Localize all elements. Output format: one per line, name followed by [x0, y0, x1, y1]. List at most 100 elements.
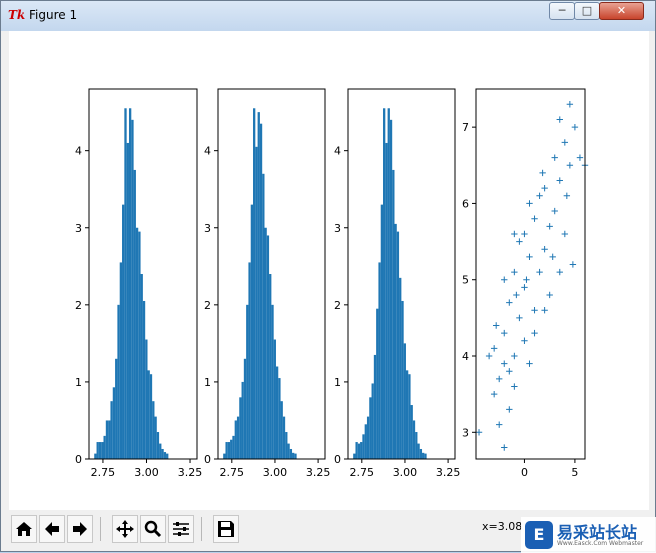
x-tick-label: 3.25: [436, 466, 461, 479]
histogram-bar: [152, 401, 155, 459]
histogram-bar: [355, 442, 358, 459]
histogram-bar: [269, 274, 272, 459]
x-tick-label: 2.75: [91, 466, 116, 479]
histogram-bar: [161, 448, 164, 459]
pan-icon: [116, 520, 134, 538]
histogram-bar: [133, 169, 136, 459]
histogram-bar: [122, 204, 125, 459]
scatter-point: [506, 299, 513, 306]
histogram-bar: [227, 442, 231, 459]
zoom-icon: [144, 520, 162, 538]
y-tick-label: 4: [462, 350, 469, 363]
histogram-bar: [399, 277, 402, 459]
home-button[interactable]: [11, 515, 37, 543]
scatter-point: [511, 383, 518, 390]
configure-subplots-button[interactable]: [168, 515, 194, 543]
back-arrow-icon: [45, 522, 59, 536]
histogram-bar: [405, 370, 409, 459]
minimize-button[interactable]: ─: [549, 2, 575, 20]
scatter-point: [531, 215, 538, 222]
histogram-bar: [285, 432, 288, 459]
histogram-bar: [380, 204, 384, 459]
scatter-point: [501, 276, 508, 283]
histogram-bar: [159, 443, 162, 459]
histogram-bar: [264, 227, 267, 459]
histogram-bar: [360, 442, 363, 459]
histogram-bar: [103, 435, 106, 459]
scatter-point: [506, 406, 513, 413]
histogram-bar: [366, 416, 370, 459]
histogram-bar: [232, 435, 235, 459]
window-title: Figure 1: [29, 8, 78, 22]
histogram-bar: [140, 274, 143, 459]
histogram-bar: [412, 420, 416, 459]
histogram-bar: [259, 123, 263, 459]
histogram-bar: [135, 227, 139, 459]
histogram-bar: [364, 424, 367, 459]
histogram-bar: [387, 108, 390, 459]
scatter-point: [496, 421, 503, 428]
pan-button[interactable]: [112, 515, 138, 543]
histogram-bar: [362, 434, 365, 459]
y-tick-label: 2: [75, 299, 82, 312]
x-tick-label: 5: [571, 466, 578, 479]
y-tick-label: 3: [462, 426, 469, 439]
scatter-point: [506, 368, 513, 375]
forward-button[interactable]: [67, 515, 93, 543]
forward-arrow-icon: [73, 522, 87, 536]
histogram-bar: [239, 397, 242, 459]
histogram-bar: [255, 146, 258, 459]
histogram-bar: [126, 142, 129, 459]
watermark-logo: E: [525, 521, 553, 549]
scatter-point: [490, 390, 498, 398]
save-button[interactable]: [213, 515, 239, 543]
y-tick-label: 2: [334, 299, 341, 312]
scatter-point: [501, 329, 508, 337]
figure-window: Tk Figure 1 ─ □ ✕ 0 1 2 3 4 2.75 3.00 3.25 0 1 2 3 4…: [0, 0, 656, 553]
y-tick-label: 3: [75, 222, 82, 235]
back-button[interactable]: [39, 515, 65, 543]
x-tick-label: 3.25: [306, 466, 331, 479]
histogram-bar: [257, 112, 260, 459]
histogram-bar: [156, 432, 160, 459]
scatter-point: [496, 375, 503, 383]
histogram-bar: [419, 448, 423, 459]
histogram-bar: [147, 370, 150, 459]
histogram-bar: [415, 432, 418, 459]
title-bar[interactable]: Tk Figure 1 ─ □ ✕: [1, 1, 655, 31]
histogram-bar: [424, 453, 427, 459]
histogram-bar: [112, 387, 116, 459]
x-tick-label: 3.25: [178, 466, 203, 479]
histogram-bar: [278, 378, 281, 459]
scatter-point: [531, 329, 538, 337]
histogram-bar: [271, 304, 274, 459]
histogram-bar: [101, 442, 104, 459]
histogram-bar: [282, 416, 286, 459]
scatter-point: [521, 284, 528, 291]
histogram-bar: [246, 304, 249, 459]
home-icon: [16, 522, 32, 536]
histogram-bar: [98, 442, 102, 459]
figure-canvas[interactable]: 0 1 2 3 4 2.75 3.00 3.25 0 1 2 3 4 2.75 3.00 3.25 0 1 2 3 4 2…: [9, 31, 649, 510]
close-button[interactable]: ✕: [599, 2, 644, 20]
histogram-bar: [292, 452, 295, 459]
y-tick-label: 0: [75, 453, 82, 466]
scatter-point: [490, 345, 498, 352]
histogram-bar: [250, 204, 254, 459]
zoom-button[interactable]: [140, 515, 166, 543]
tk-app-icon: Tk: [8, 8, 26, 22]
histogram-bar: [389, 119, 393, 459]
histogram-bar: [117, 304, 120, 459]
scatter-point: [571, 123, 579, 131]
histogram-bar: [145, 339, 148, 459]
maximize-button[interactable]: □: [574, 2, 600, 20]
axes-frame: [475, 88, 586, 460]
histogram-bar: [96, 442, 99, 459]
scatter-point: [523, 276, 530, 283]
scatter-point: [521, 337, 528, 344]
histogram-bar: [225, 442, 228, 459]
scatter-point: [526, 253, 533, 261]
histogram-bar: [369, 397, 372, 459]
scatter-point: [511, 230, 518, 238]
scatter-point: [516, 314, 523, 322]
